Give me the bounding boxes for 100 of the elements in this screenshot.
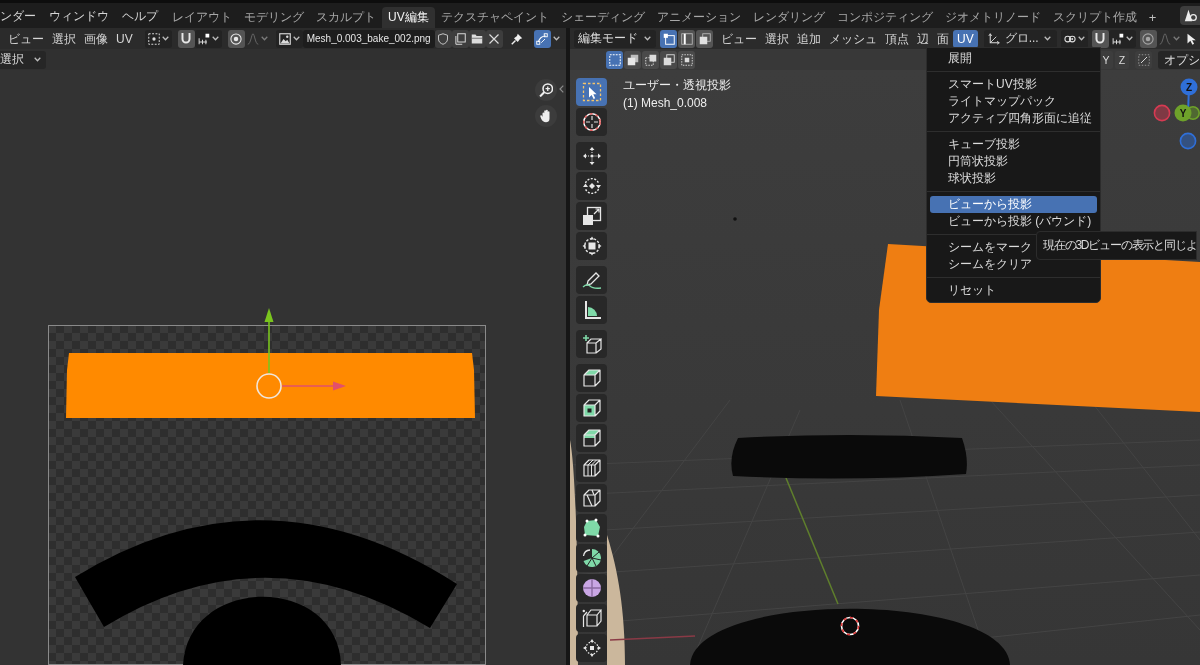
menu-button[interactable]: ウィンドウ [49, 5, 109, 26]
image-name-field[interactable]: Mesh_0.003_bake_002.png [302, 29, 435, 48]
menu-button[interactable]: 選択 [48, 29, 80, 48]
snap-toggle[interactable] [1091, 29, 1109, 48]
select-dropdown[interactable]: 選択 [0, 50, 46, 69]
add-workspace-button[interactable]: + [1142, 7, 1163, 28]
pivot-dropdown[interactable] [144, 29, 172, 48]
zoom-button[interactable] [535, 79, 557, 101]
workspace-tab[interactable]: スカルプト [310, 7, 382, 28]
image-browse-dropdown[interactable] [275, 29, 303, 48]
menu-item[interactable]: シームをマーク [930, 239, 1036, 256]
tool-button[interactable] [576, 634, 607, 662]
menu-button[interactable]: 画像 [80, 29, 112, 48]
selection-mode-button[interactable] [606, 50, 623, 69]
snap-dropdown[interactable] [194, 29, 222, 48]
unlink-button[interactable] [485, 29, 503, 48]
tool-button[interactable] [576, 330, 607, 358]
menu-item[interactable]: 円筒状投影 [930, 153, 1012, 170]
proportional-toggle[interactable] [227, 29, 245, 48]
proportional-toggle[interactable] [1139, 29, 1157, 48]
menu-item[interactable]: シームをクリア [930, 256, 1036, 273]
menu-button[interactable]: UV [112, 29, 137, 48]
menu-item[interactable]: アクティブ四角形面に追従 [930, 110, 1096, 127]
sync-selection-toggle[interactable] [533, 29, 551, 48]
menu-button[interactable]: 頂点 [881, 29, 913, 48]
mirror-toggle[interactable] [1135, 50, 1152, 69]
menu-item[interactable]: キューブ投影 [930, 136, 1024, 153]
open-image-button[interactable] [468, 29, 486, 48]
fake-user-button[interactable] [434, 29, 452, 48]
duplicate-button[interactable] [451, 29, 469, 48]
tool-button[interactable] [576, 296, 607, 324]
tool-button[interactable] [576, 454, 607, 482]
selection-mode-button[interactable] [624, 50, 641, 69]
menu-button[interactable]: 辺 [913, 29, 933, 48]
tool-button[interactable] [576, 574, 607, 602]
workspace-tab[interactable]: UV編集 [382, 7, 435, 28]
tool-button[interactable] [576, 604, 607, 632]
tool-button[interactable] [576, 364, 607, 392]
tool-button[interactable] [576, 484, 607, 512]
menu-button[interactable]: メッシュ [825, 29, 881, 48]
menu-item[interactable]: リセット [930, 282, 1000, 299]
selection-mode-button[interactable] [660, 50, 677, 69]
mode-dropdown[interactable]: 編集モード [574, 29, 656, 48]
menu-button[interactable]: ビュー [717, 29, 761, 48]
tool-button[interactable] [576, 108, 607, 136]
workspace-tab[interactable]: モデリング [238, 7, 310, 28]
workspace-tab[interactable]: スクリプト作成 [1046, 7, 1143, 28]
selection-mode-button[interactable] [678, 50, 695, 69]
edge-select-icon [680, 32, 693, 45]
gizmo-axis-ball[interactable]: Y [1174, 104, 1192, 122]
tool-button[interactable] [576, 266, 607, 294]
select-mode-button[interactable] [678, 29, 695, 48]
tool-button[interactable] [576, 202, 607, 230]
menu-button[interactable]: ビュー [4, 29, 48, 48]
tool-button[interactable] [576, 232, 607, 260]
orientation-dropdown[interactable]: グロ... [983, 29, 1057, 48]
menu-item[interactable]: スマートUV投影 [930, 76, 1041, 93]
tool-button[interactable] [576, 172, 607, 200]
menu-button[interactable]: 追加 [793, 29, 825, 48]
caret-icon [161, 36, 169, 41]
options-dropdown[interactable]: オプシ [1158, 50, 1200, 69]
axis-toggle[interactable]: Z [1115, 50, 1129, 69]
tool-button[interactable] [576, 514, 607, 542]
workspace-tab[interactable]: テクスチャペイント [434, 7, 555, 28]
workspace-tab[interactable]: レイアウト [166, 7, 238, 28]
tool-button[interactable] [576, 544, 607, 572]
nested-squares-icon [680, 53, 693, 66]
select-mode-button[interactable] [696, 29, 713, 48]
menu-button[interactable]: ヘルプ [122, 5, 158, 26]
scene-button[interactable] [1180, 6, 1200, 25]
tool-button[interactable] [576, 394, 607, 422]
workspace-tab[interactable]: アニメーション [650, 7, 747, 28]
loop-cut-cube-icon [581, 458, 602, 478]
tool-button[interactable] [576, 78, 607, 106]
menu-item[interactable]: 球状投影 [930, 170, 1000, 187]
menu-button[interactable]: ンダー [0, 5, 36, 26]
select-mode-button[interactable] [660, 29, 677, 48]
workspace-tab[interactable]: レンダリング [746, 7, 831, 28]
selection-mode-button[interactable] [642, 50, 659, 69]
workspace-tab[interactable]: ジオメトリノード [938, 7, 1047, 28]
tool-button[interactable] [576, 424, 607, 452]
snap-toggle[interactable] [177, 29, 195, 48]
snap-dropdown[interactable] [1108, 29, 1136, 48]
menu-item[interactable]: 展開 [930, 50, 976, 67]
menu-button[interactable]: UV [953, 29, 978, 48]
y-axis-arrow[interactable] [264, 308, 274, 374]
workspace-tab[interactable]: コンポジティング [830, 7, 939, 28]
menu-button[interactable]: 選択 [761, 29, 793, 48]
menu-item[interactable]: ビューから投影 [930, 196, 1097, 213]
pan-button[interactable] [535, 105, 557, 127]
tool-button[interactable] [576, 142, 607, 170]
pivot-dropdown[interactable] [1060, 29, 1088, 48]
workspace-tab[interactable]: シェーディング [554, 7, 651, 28]
target-icon [1142, 32, 1155, 45]
menu-item[interactable]: ビューから投影 (バウンド) [930, 213, 1096, 230]
menu-item[interactable]: ライトマップパック [930, 93, 1060, 110]
axes-icon [987, 32, 1000, 45]
menu-button[interactable]: 面 [933, 29, 953, 48]
zoom-in-icon [539, 83, 553, 97]
collapse-button[interactable] [559, 85, 564, 93]
